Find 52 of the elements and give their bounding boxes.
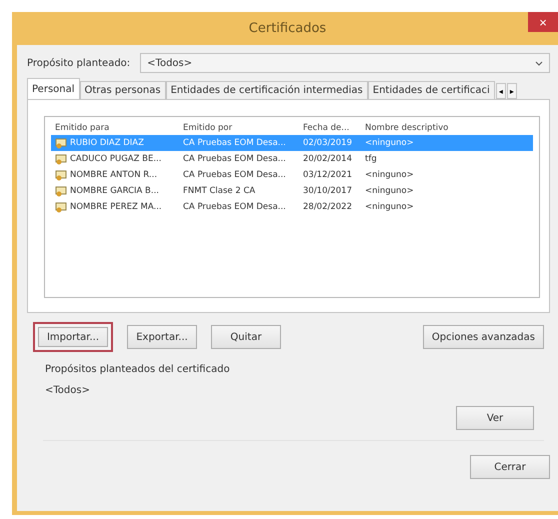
certificate-row[interactable]: NOMBRE ANTON R... CA Pruebas EOM Desa... 03/12/2021 <ninguno> xyxy=(51,167,533,183)
certificate-icon xyxy=(55,154,67,164)
action-button[interactable]: Importar... xyxy=(33,322,113,352)
table-cell: <ninguno> xyxy=(365,170,414,180)
tab-scroll-button[interactable]: ▸ xyxy=(506,83,517,99)
group-title: Propósitos planteados del certificado xyxy=(45,364,231,375)
tab[interactable]: Entidades de certificación intermedias xyxy=(166,81,368,99)
table-cell: 20/02/2014 xyxy=(303,154,352,164)
certificate-icon xyxy=(55,202,67,212)
certificate-row[interactable]: CADUCO PUGAZ BE... CA Pruebas EOM Desa... 20/02/2014 tfg xyxy=(51,151,533,167)
view-button[interactable]: Ver xyxy=(456,406,534,430)
table-cell: 03/12/2021 xyxy=(303,170,352,180)
table-cell: CADUCO PUGAZ BE... xyxy=(70,154,162,164)
table-cell: FNMT Clase 2 CA xyxy=(183,186,256,196)
tab[interactable]: Personal xyxy=(27,78,80,99)
table-cell: tfg xyxy=(365,154,377,164)
advanced-options-button[interactable]: Opciones avanzadas xyxy=(422,325,544,349)
certificate-icon xyxy=(55,186,67,196)
tab[interactable]: Otras personas xyxy=(80,81,166,99)
table-cell: <ninguno> xyxy=(365,186,414,196)
column-header[interactable]: Emitido por xyxy=(179,121,299,135)
table-cell: <ninguno> xyxy=(365,202,414,212)
table-cell: CA Pruebas EOM Desa... xyxy=(183,170,286,180)
field-label: Propósito planteado: xyxy=(27,58,130,68)
table-cell: NOMBRE GARCIA B... xyxy=(70,186,159,196)
certificate-row[interactable]: NOMBRE GARCIA B... FNMT Clase 2 CA 30/10/2017 <ninguno> xyxy=(51,183,533,199)
table-cell: RUBIO DIAZ DIAZ xyxy=(70,138,144,148)
table-cell: CA Pruebas EOM Desa... xyxy=(183,154,286,164)
close-button[interactable]: × xyxy=(528,12,558,32)
column-header[interactable]: Nombre descriptivo xyxy=(361,121,533,135)
table-cell: CA Pruebas EOM Desa... xyxy=(183,202,286,212)
tab-scroll-button[interactable]: ◂ xyxy=(496,83,506,99)
close-dialog-button[interactable]: Cerrar xyxy=(470,455,550,479)
certificate-icon xyxy=(55,170,67,180)
table-cell: NOMBRE ANTON R... xyxy=(70,170,158,180)
table-cell: NOMBRE PEREZ MA... xyxy=(70,202,162,212)
table-cell: 28/02/2022 xyxy=(303,202,352,212)
window-title: Certificados xyxy=(248,21,326,36)
column-header[interactable]: Emitido para xyxy=(51,121,179,135)
tab[interactable]: Entidades de certificaci xyxy=(368,81,495,99)
chevron-icon xyxy=(535,60,543,66)
action-button[interactable]: Quitar xyxy=(211,325,281,349)
column-header[interactable]: Fecha de... xyxy=(299,121,361,135)
action-button[interactable]: Exportar... xyxy=(127,325,197,349)
table-cell: <ninguno> xyxy=(365,138,414,148)
table-cell: CA Pruebas EOM Desa... xyxy=(183,138,286,148)
certificate-row[interactable]: NOMBRE PEREZ MA... CA Pruebas EOM Desa... 28/02/2022 <ninguno> xyxy=(51,199,533,215)
table-cell: 02/03/2019 xyxy=(303,138,352,148)
certificate-icon xyxy=(55,138,67,148)
purpose-dropdown[interactable]: <Todos> xyxy=(140,53,550,73)
purposes-value: <Todos> xyxy=(45,385,91,396)
table-cell: 30/10/2017 xyxy=(303,186,352,196)
